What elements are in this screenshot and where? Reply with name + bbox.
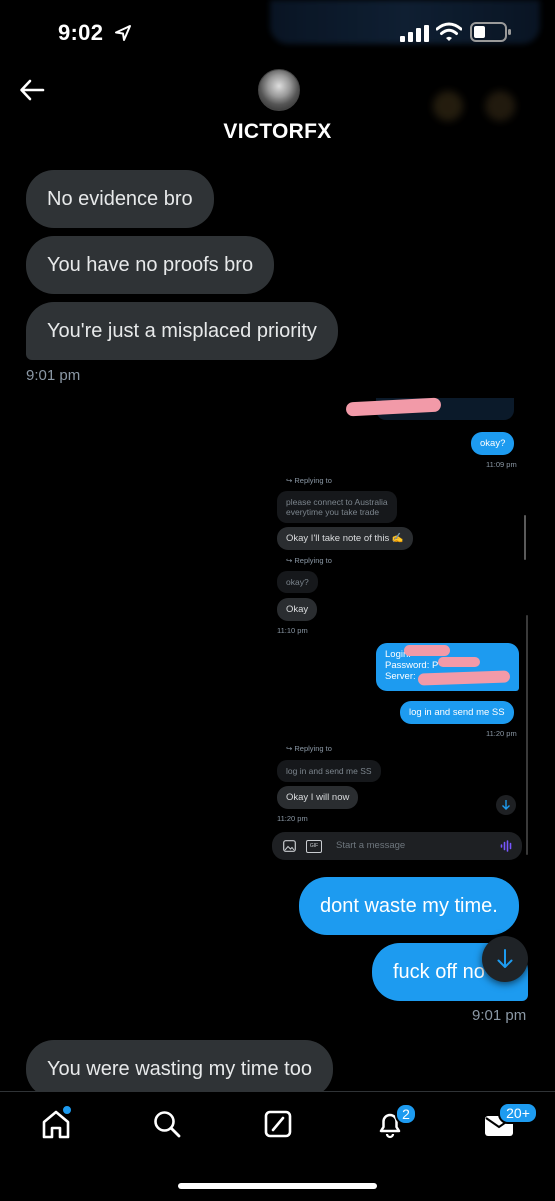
location-arrow-icon: [115, 25, 131, 41]
shared-screenshot-image[interactable]: okay? 11:09 pm ↪ Replying to please conn…: [268, 395, 530, 865]
embedded-scroll-down-button: [496, 795, 516, 815]
image-icon: [283, 840, 296, 852]
notifications-badge: 2: [395, 1103, 417, 1125]
embedded-scrollbar: [524, 515, 526, 560]
reply-preview-line: please connect to Australia: [286, 497, 388, 507]
battery-icon: [470, 22, 511, 42]
embedded-compose-placeholder: Start a message: [336, 840, 406, 851]
blurred-icons: [430, 88, 520, 124]
embedded-reply-preview: please connect to Australia everytime yo…: [277, 491, 397, 523]
back-arrow-icon[interactable]: [18, 76, 46, 104]
arrow-down-icon: [502, 800, 510, 810]
embedded-replying-to: ↪ Replying to: [286, 744, 332, 753]
embedded-message-incoming: Okay: [277, 598, 318, 621]
replying-to-label: Replying to: [294, 476, 332, 485]
message-timestamp: 9:01 pm: [26, 367, 81, 384]
embedded-reply-preview: okay?: [277, 571, 318, 593]
messages-badge: 20+: [498, 1102, 538, 1124]
message-outgoing[interactable]: dont waste my time.: [299, 877, 519, 935]
embedded-message-outgoing: okay?: [471, 432, 515, 455]
home-indicator: [178, 1183, 377, 1189]
reply-preview-line: everytime you take trade: [286, 507, 380, 517]
redaction-mark: [438, 657, 480, 667]
message-incoming[interactable]: You have no proofs bro: [26, 236, 275, 294]
embedded-timestamp: 11:20 pm: [277, 814, 308, 823]
arrow-down-icon: [497, 949, 513, 968]
message-incoming[interactable]: You're just a misplaced priority: [26, 302, 338, 360]
embedded-reply-preview: log in and send me SS: [277, 760, 381, 782]
embedded-message-incoming: Okay I will now: [277, 786, 359, 809]
home-unread-dot: [61, 1104, 73, 1116]
embedded-replying-to: ↪ Replying to: [286, 476, 332, 485]
redaction-mark: [404, 645, 450, 656]
embedded-timestamp: 11:09 pm: [486, 460, 517, 469]
embedded-message-outgoing: log in and send me SS: [400, 701, 514, 724]
replying-to-label: Replying to: [294, 744, 332, 753]
voice-icon: [500, 840, 512, 852]
conversation-title[interactable]: VICTORFX: [0, 120, 555, 144]
status-time: 9:02: [58, 20, 104, 45]
gif-icon: GIF: [306, 840, 322, 853]
embedded-timestamp: 11:10 pm: [277, 626, 308, 635]
scrollbar-track: [526, 615, 528, 855]
wifi-icon: [436, 22, 462, 41]
search-icon[interactable]: [151, 1108, 183, 1140]
embedded-message-incoming: Okay I'll take note of this ✍️: [277, 527, 413, 550]
message-incoming[interactable]: You were wasting my time too: [26, 1040, 333, 1098]
embedded-timestamp: 11:20 pm: [486, 729, 517, 738]
grok-icon[interactable]: [262, 1108, 294, 1140]
signal-icon: [400, 25, 429, 42]
embedded-compose-bar: GIF Start a message: [272, 832, 522, 860]
avatar[interactable]: [258, 69, 300, 111]
embedded-replying-to: ↪ Replying to: [286, 556, 332, 565]
scroll-to-bottom-button[interactable]: [482, 936, 528, 982]
message-timestamp: 9:01 pm: [472, 1007, 527, 1024]
replying-to-label: Replying to: [294, 556, 332, 565]
message-incoming[interactable]: No evidence bro: [26, 170, 214, 228]
